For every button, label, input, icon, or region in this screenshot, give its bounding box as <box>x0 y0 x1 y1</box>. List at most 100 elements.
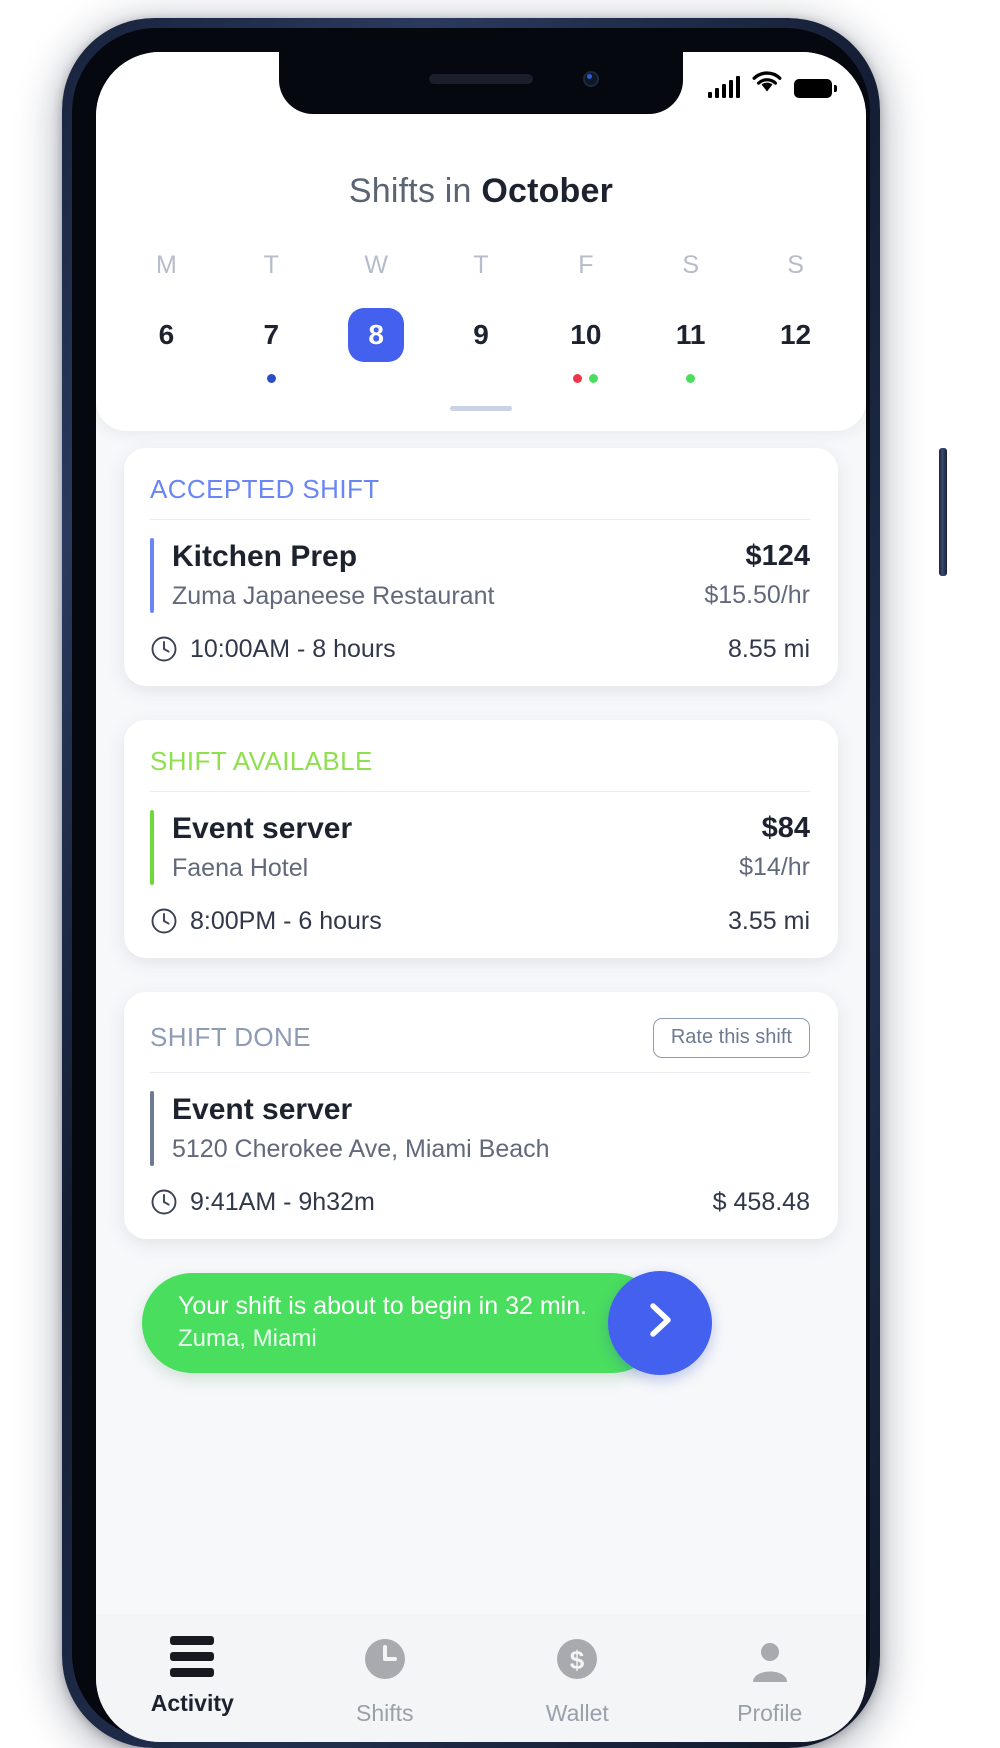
banner-body: Your shift is about to begin in 32 min. … <box>142 1272 662 1373</box>
clock-icon <box>150 907 178 935</box>
shift-pay-rate: $14/hr <box>739 853 810 881</box>
menu-hamburger-icon <box>170 1636 215 1677</box>
shift-time-group: 9:41AM - 9h32m <box>150 1188 375 1217</box>
calendar-weekday-3: T <box>473 251 489 279</box>
shift-location: Zuma Japaneese Restaurant <box>172 582 495 611</box>
calendar-drag-handle[interactable] <box>450 406 512 411</box>
shift-pay-right: $84 $14/hr <box>739 810 810 884</box>
page-title-month: October <box>481 172 614 210</box>
calendar-day-event-dots <box>686 374 696 385</box>
clock-icon <box>150 635 178 663</box>
calendar-day-6[interactable]: 6 <box>114 308 219 400</box>
shift-time: 10:00AM - 8 hours <box>190 634 396 663</box>
status-badge: SHIFT AVAILABLE <box>150 745 373 776</box>
status-accent-bar <box>150 1090 154 1166</box>
status-badge: ACCEPTED SHIFT <box>150 474 380 504</box>
status-bar-icons <box>707 70 837 98</box>
shift-details: Event server 5120 Cherokee Ave, Miami Bea… <box>172 1091 810 1166</box>
status-accent-bar <box>150 809 154 885</box>
shift-card-header: SHIFT AVAILABLE <box>150 746 810 792</box>
tab-label: Activity <box>150 1690 234 1716</box>
chevron-right-icon <box>640 1298 680 1347</box>
banner-line-2: Zuma, Miami <box>178 1325 317 1353</box>
shift-reminder-banner[interactable]: Your shift is about to begin in 32 min. … <box>142 1270 838 1377</box>
calendar-day-event-dots <box>266 374 276 385</box>
wifi-icon <box>751 70 783 98</box>
tab-label: Wallet <box>545 1700 609 1726</box>
shift-title: Kitchen Prep <box>172 540 358 573</box>
shift-location: Faena Hotel <box>172 854 309 883</box>
event-dot <box>686 374 696 383</box>
front-camera <box>583 71 599 87</box>
cellular-signal-icon <box>707 76 740 98</box>
calendar-day-number: 11 <box>675 319 706 350</box>
shift-time: 8:00PM - 6 hours <box>190 906 382 935</box>
shift-location: 5120 Cherokee Ave, Miami Beach <box>172 1135 550 1164</box>
page-title-prefix: Shifts in <box>348 172 482 210</box>
tab-profile[interactable]: Profile <box>674 1636 867 1727</box>
calendar-weekday-row: MTWTFSS <box>96 251 866 308</box>
shift-card-body: Event server 5120 Cherokee Ave, Miami Bea… <box>150 1090 810 1166</box>
tab-activity[interactable]: Activity <box>96 1636 289 1717</box>
shift-card-footer: 8:00PM - 6 hours 3.55 mi <box>150 907 810 936</box>
shift-card[interactable]: SHIFT DONE Rate this shift Event server 512… <box>124 991 838 1239</box>
event-dot <box>266 374 276 383</box>
shift-info-left: Event server Faena Hotel <box>172 810 352 885</box>
shift-time-group: 10:00AM - 8 hours <box>150 635 396 664</box>
calendar-day-number: 9 <box>473 319 489 350</box>
tab-shifts[interactable]: Shifts <box>289 1636 482 1727</box>
clock-icon <box>151 1189 177 1215</box>
shift-meta: $ 458.48 <box>712 1187 810 1216</box>
tab-wallet[interactable]: $ Wallet <box>481 1636 674 1727</box>
shift-card-body: Event server Faena Hotel $84 $14/hr <box>150 809 810 885</box>
rate-shift-button[interactable]: Rate this shift <box>652 1017 810 1058</box>
tab-label: Shifts <box>355 1700 414 1726</box>
tab-label: Profile <box>737 1700 803 1726</box>
shift-card[interactable]: SHIFT AVAILABLE Event server Faena Hotel $8… <box>124 719 838 958</box>
shift-card-footer: 9:41AM - 9h32m $ 458.48 <box>150 1188 810 1217</box>
banner-next-button[interactable] <box>608 1270 712 1375</box>
calendar-weekday-0: M <box>156 251 177 279</box>
calendar-day-12[interactable]: 12 <box>743 308 848 400</box>
calendar-weekday-2: W <box>364 251 388 279</box>
person-icon <box>747 1636 793 1687</box>
calendar-day-number: 12 <box>779 319 812 350</box>
shift-title: Event server <box>172 811 353 845</box>
shift-pay-rate: $15.50/hr <box>704 581 810 610</box>
shift-pay-total: $84 <box>761 811 810 844</box>
calendar-day-event-dots <box>573 374 599 385</box>
shift-pay-right: $124 $15.50/hr <box>704 538 810 612</box>
power-button[interactable] <box>939 448 947 576</box>
device-notch <box>279 52 683 114</box>
dollar-circle-icon: $ <box>554 1636 600 1687</box>
shift-card-header: SHIFT DONE Rate this shift <box>150 1017 810 1073</box>
calendar-day-8[interactable]: 8 <box>324 308 429 400</box>
clock-icon <box>150 1188 178 1216</box>
earpiece-speaker <box>429 74 533 84</box>
bottom-tab-bar: Activity Shifts $ Wallet Profile <box>96 1614 866 1742</box>
shift-card-body: Kitchen Prep Zuma Japaneese Restaurant $12… <box>150 538 810 613</box>
shift-info-left: Event server 5120 Cherokee Ave, Miami Bea… <box>172 1091 550 1166</box>
calendar-day-number: 8 <box>348 308 405 362</box>
shift-card[interactable]: ACCEPTED SHIFT Kitchen Prep Zuma Japaneese… <box>124 448 838 686</box>
event-dot <box>573 374 583 383</box>
shift-pay-total: $124 <box>745 540 810 572</box>
phone-frame: Shifts in October M T W T F S S 6 7 8 9 10 11 12 ACC… <box>62 18 947 1748</box>
shift-meta: 3.55 mi <box>728 906 810 935</box>
shift-time: 9:41AM - 9h32m <box>190 1187 375 1216</box>
phone-screen: Shifts in October M T W T F S S 6 7 8 9 10 11 12 ACC… <box>96 52 866 1742</box>
battery-icon <box>794 79 837 98</box>
shift-list: ACCEPTED SHIFT Kitchen Prep Zuma Japaneese… <box>96 448 866 1377</box>
shift-card-header: ACCEPTED SHIFT <box>150 474 810 520</box>
shift-details: Kitchen Prep Zuma Japaneese Restaurant $12… <box>172 538 810 613</box>
shift-cards-container: ACCEPTED SHIFT Kitchen Prep Zuma Japaneese… <box>124 448 838 1239</box>
calendar-day-7[interactable]: 7 <box>219 308 324 400</box>
calendar-day-11[interactable]: 11 <box>638 308 743 400</box>
calendar-day-10[interactable]: 10 <box>533 308 638 400</box>
shift-meta: 8.55 mi <box>728 634 810 663</box>
shift-title: Event server <box>172 1092 353 1126</box>
calendar-weekday-5: S <box>682 251 700 279</box>
calendar-day-number: 6 <box>158 319 175 350</box>
calendar-day-9[interactable]: 9 <box>429 308 534 400</box>
shift-time-group: 8:00PM - 6 hours <box>150 907 382 936</box>
